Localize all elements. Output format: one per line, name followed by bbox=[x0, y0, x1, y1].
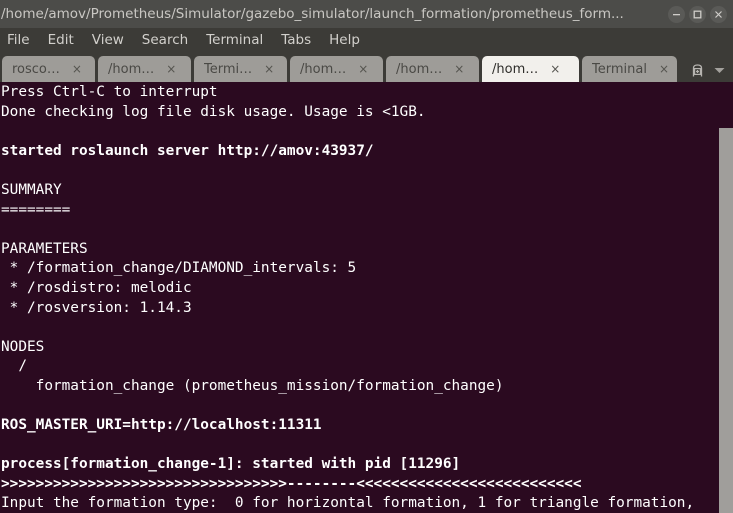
tab-close-icon[interactable]: × bbox=[358, 63, 368, 75]
terminal-text: Press Ctrl-C to interrupt Done checking … bbox=[1, 84, 695, 512]
menu-bar: File Edit View Search Terminal Tabs Help bbox=[0, 28, 733, 52]
tab-6-active[interactable]: /hom… × bbox=[482, 56, 579, 82]
scrollbar-thumb[interactable] bbox=[719, 128, 733, 513]
tab-close-icon[interactable]: × bbox=[264, 63, 274, 75]
new-tab-icon[interactable] bbox=[690, 63, 705, 78]
tab-close-icon[interactable]: × bbox=[550, 63, 560, 75]
menu-item-view[interactable]: View bbox=[92, 28, 133, 52]
tab-close-icon[interactable]: × bbox=[659, 63, 669, 75]
window-controls bbox=[668, 5, 733, 23]
menu-item-file[interactable]: File bbox=[7, 28, 39, 52]
tab-2[interactable]: /hom… × bbox=[98, 56, 191, 82]
tab-close-icon[interactable]: × bbox=[454, 63, 464, 75]
tab-bar-controls bbox=[686, 63, 733, 82]
close-icon[interactable] bbox=[710, 5, 727, 23]
menu-item-terminal[interactable]: Terminal bbox=[206, 28, 272, 52]
tab-label: /hom… bbox=[108, 61, 155, 77]
menu-item-tabs[interactable]: Tabs bbox=[281, 28, 320, 52]
tab-bar: rosco… × /hom… × Termi… × /hom… × /hom… … bbox=[0, 52, 733, 82]
tab-3[interactable]: Termi… × bbox=[194, 56, 287, 82]
tab-close-icon[interactable]: × bbox=[72, 63, 82, 75]
menu-item-search[interactable]: Search bbox=[142, 28, 197, 52]
tab-4[interactable]: /hom… × bbox=[290, 56, 383, 82]
tab-close-icon[interactable]: × bbox=[166, 63, 176, 75]
terminal-window: /home/amov/Prometheus/Simulator/gazebo_s… bbox=[0, 0, 733, 513]
maximize-icon[interactable] bbox=[689, 5, 706, 23]
tab-label: /hom… bbox=[396, 61, 443, 77]
tab-label: Termi… bbox=[204, 61, 253, 77]
menu-item-help[interactable]: Help bbox=[329, 28, 369, 52]
scrollbar-track[interactable] bbox=[719, 82, 733, 513]
tab-label: /hom… bbox=[492, 61, 539, 77]
title-bar: /home/amov/Prometheus/Simulator/gazebo_s… bbox=[0, 0, 733, 28]
tab-7[interactable]: Terminal × bbox=[582, 56, 677, 82]
tab-label: /hom… bbox=[300, 61, 347, 77]
chevron-down-icon[interactable] bbox=[713, 66, 726, 75]
minimize-icon[interactable] bbox=[668, 5, 685, 23]
tab-5[interactable]: /hom… × bbox=[386, 56, 479, 82]
menu-item-edit[interactable]: Edit bbox=[48, 28, 83, 52]
window-title: /home/amov/Prometheus/Simulator/gazebo_s… bbox=[1, 6, 624, 22]
tab-label: rosco… bbox=[12, 61, 60, 77]
tab-1[interactable]: rosco… × bbox=[2, 56, 95, 82]
terminal-output-area[interactable]: Press Ctrl-C to interrupt Done checking … bbox=[0, 82, 733, 513]
tab-label: Terminal bbox=[592, 61, 647, 77]
